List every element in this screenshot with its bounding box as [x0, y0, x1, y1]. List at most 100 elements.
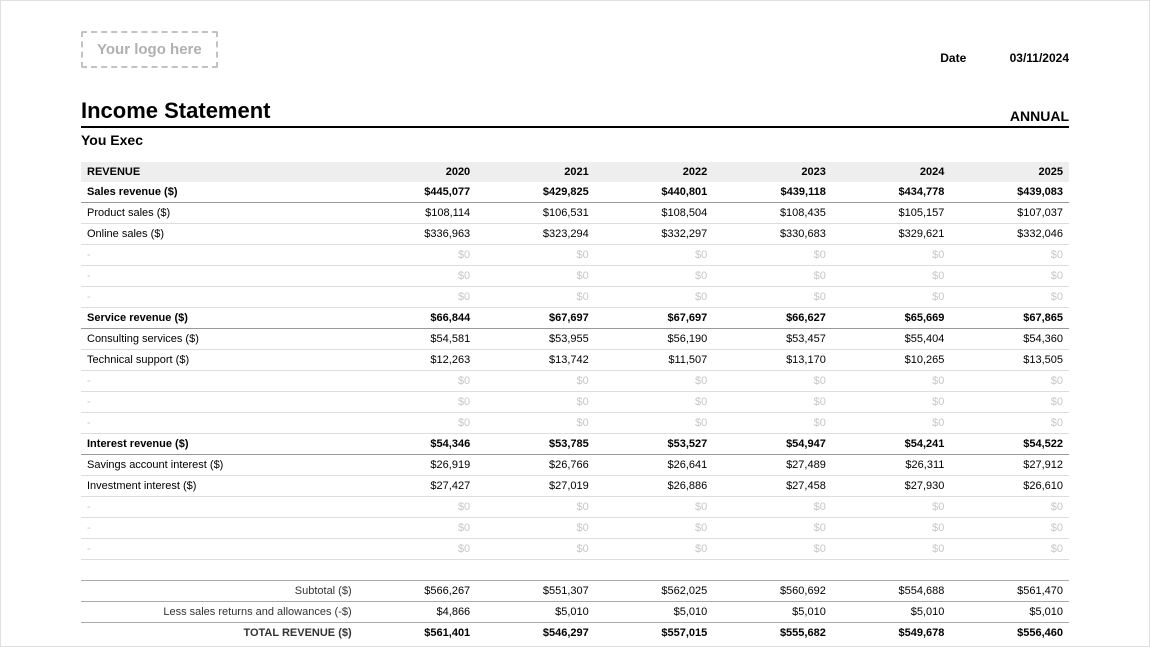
line-item-row: Investment interest ($)$27,427$27,019$26…	[81, 476, 1069, 497]
document-date: Date 03/11/2024	[940, 51, 1069, 65]
group-label: Sales revenue ($)	[81, 182, 358, 203]
line-item-row: -$0$0$0$0$0$0	[81, 539, 1069, 560]
cell-value: $65,669	[832, 308, 951, 329]
group-label: Service revenue ($)	[81, 308, 358, 329]
cell-value: $0	[713, 266, 832, 287]
cell-value: $0	[358, 371, 477, 392]
cell-value: $551,307	[476, 581, 595, 602]
cell-value: $0	[476, 539, 595, 560]
cell-value: $0	[358, 392, 477, 413]
cell-value: $0	[476, 245, 595, 266]
cell-value: $561,401	[358, 623, 477, 644]
cell-value: $0	[358, 539, 477, 560]
cell-value: $108,504	[595, 203, 714, 224]
total-revenue-label: TOTAL REVENUE ($)	[81, 623, 358, 644]
group-header-row: Interest revenue ($)$54,346$53,785$53,52…	[81, 434, 1069, 455]
cell-value: $0	[476, 371, 595, 392]
cell-value: $445,077	[358, 182, 477, 203]
cell-value: $0	[358, 266, 477, 287]
cell-value: $26,610	[950, 476, 1069, 497]
cell-value: $0	[832, 245, 951, 266]
cell-value: $555,682	[713, 623, 832, 644]
cell-value: $557,015	[595, 623, 714, 644]
cell-value: $0	[713, 518, 832, 539]
line-item-row: -$0$0$0$0$0$0	[81, 371, 1069, 392]
cell-value: $27,489	[713, 455, 832, 476]
cell-value: $0	[832, 266, 951, 287]
cell-value: $0	[713, 287, 832, 308]
line-item-row: Online sales ($)$336,963$323,294$332,297…	[81, 224, 1069, 245]
cell-value: $26,919	[358, 455, 477, 476]
line-item-label: Consulting services ($)	[81, 329, 358, 350]
year-header: 2025	[950, 162, 1069, 182]
cell-value: $0	[476, 287, 595, 308]
cell-value: $0	[713, 245, 832, 266]
cell-value: $0	[595, 539, 714, 560]
cell-value: $0	[358, 497, 477, 518]
cell-value: $105,157	[832, 203, 951, 224]
cell-value: $27,019	[476, 476, 595, 497]
cell-value: $0	[476, 413, 595, 434]
cell-value: $0	[713, 539, 832, 560]
line-item-row: -$0$0$0$0$0$0	[81, 497, 1069, 518]
company-name: You Exec	[81, 132, 1069, 148]
cell-value: $5,010	[950, 602, 1069, 623]
line-item-row: -$0$0$0$0$0$0	[81, 413, 1069, 434]
year-header: 2020	[358, 162, 477, 182]
cell-value: $0	[595, 518, 714, 539]
allowances-label: Less sales returns and allowances (-$)	[81, 602, 358, 623]
year-header: 2024	[832, 162, 951, 182]
cell-value: $546,297	[476, 623, 595, 644]
cell-value: $0	[595, 497, 714, 518]
cell-value: $66,627	[713, 308, 832, 329]
line-item-label: -	[81, 413, 358, 434]
cell-value: $27,930	[832, 476, 951, 497]
subtotal-row: Subtotal ($)$566,267$551,307$562,025$560…	[81, 581, 1069, 602]
cell-value: $10,265	[832, 350, 951, 371]
cell-value: $556,460	[950, 623, 1069, 644]
cell-value: $0	[950, 371, 1069, 392]
cell-value: $0	[950, 287, 1069, 308]
cell-value: $55,404	[832, 329, 951, 350]
cell-value: $108,435	[713, 203, 832, 224]
page-title: Income Statement	[81, 98, 271, 124]
cell-value: $13,170	[713, 350, 832, 371]
cell-value: $561,470	[950, 581, 1069, 602]
date-value: 03/11/2024	[1010, 51, 1069, 65]
cell-value: $0	[595, 266, 714, 287]
cell-value: $53,527	[595, 434, 714, 455]
line-item-row: Product sales ($)$108,114$106,531$108,50…	[81, 203, 1069, 224]
cell-value: $53,785	[476, 434, 595, 455]
line-item-label: Product sales ($)	[81, 203, 358, 224]
year-header: 2021	[476, 162, 595, 182]
cell-value: $0	[476, 497, 595, 518]
cell-value: $0	[713, 413, 832, 434]
cell-value: $27,458	[713, 476, 832, 497]
line-item-row: Savings account interest ($)$26,919$26,7…	[81, 455, 1069, 476]
cell-value: $5,010	[476, 602, 595, 623]
cell-value: $0	[950, 518, 1069, 539]
income-statement-table: REVENUE 2020 2021 2022 2023 2024 2025 Sa…	[81, 162, 1069, 643]
cell-value: $0	[595, 392, 714, 413]
cell-value: $0	[950, 245, 1069, 266]
cell-value: $440,801	[595, 182, 714, 203]
line-item-label: Online sales ($)	[81, 224, 358, 245]
cell-value: $54,360	[950, 329, 1069, 350]
cell-value: $562,025	[595, 581, 714, 602]
cell-value: $26,766	[476, 455, 595, 476]
cell-value: $0	[832, 518, 951, 539]
cell-value: $0	[832, 392, 951, 413]
cell-value: $0	[950, 497, 1069, 518]
cell-value: $11,507	[595, 350, 714, 371]
cell-value: $13,742	[476, 350, 595, 371]
year-header: 2022	[595, 162, 714, 182]
spacer-row	[81, 560, 1069, 581]
cell-value: $0	[713, 371, 832, 392]
allowances-row: Less sales returns and allowances (-$)$4…	[81, 602, 1069, 623]
cell-value: $566,267	[358, 581, 477, 602]
cell-value: $26,641	[595, 455, 714, 476]
table-header: REVENUE 2020 2021 2022 2023 2024 2025	[81, 162, 1069, 182]
line-item-label: -	[81, 287, 358, 308]
cell-value: $429,825	[476, 182, 595, 203]
cell-value: $67,865	[950, 308, 1069, 329]
